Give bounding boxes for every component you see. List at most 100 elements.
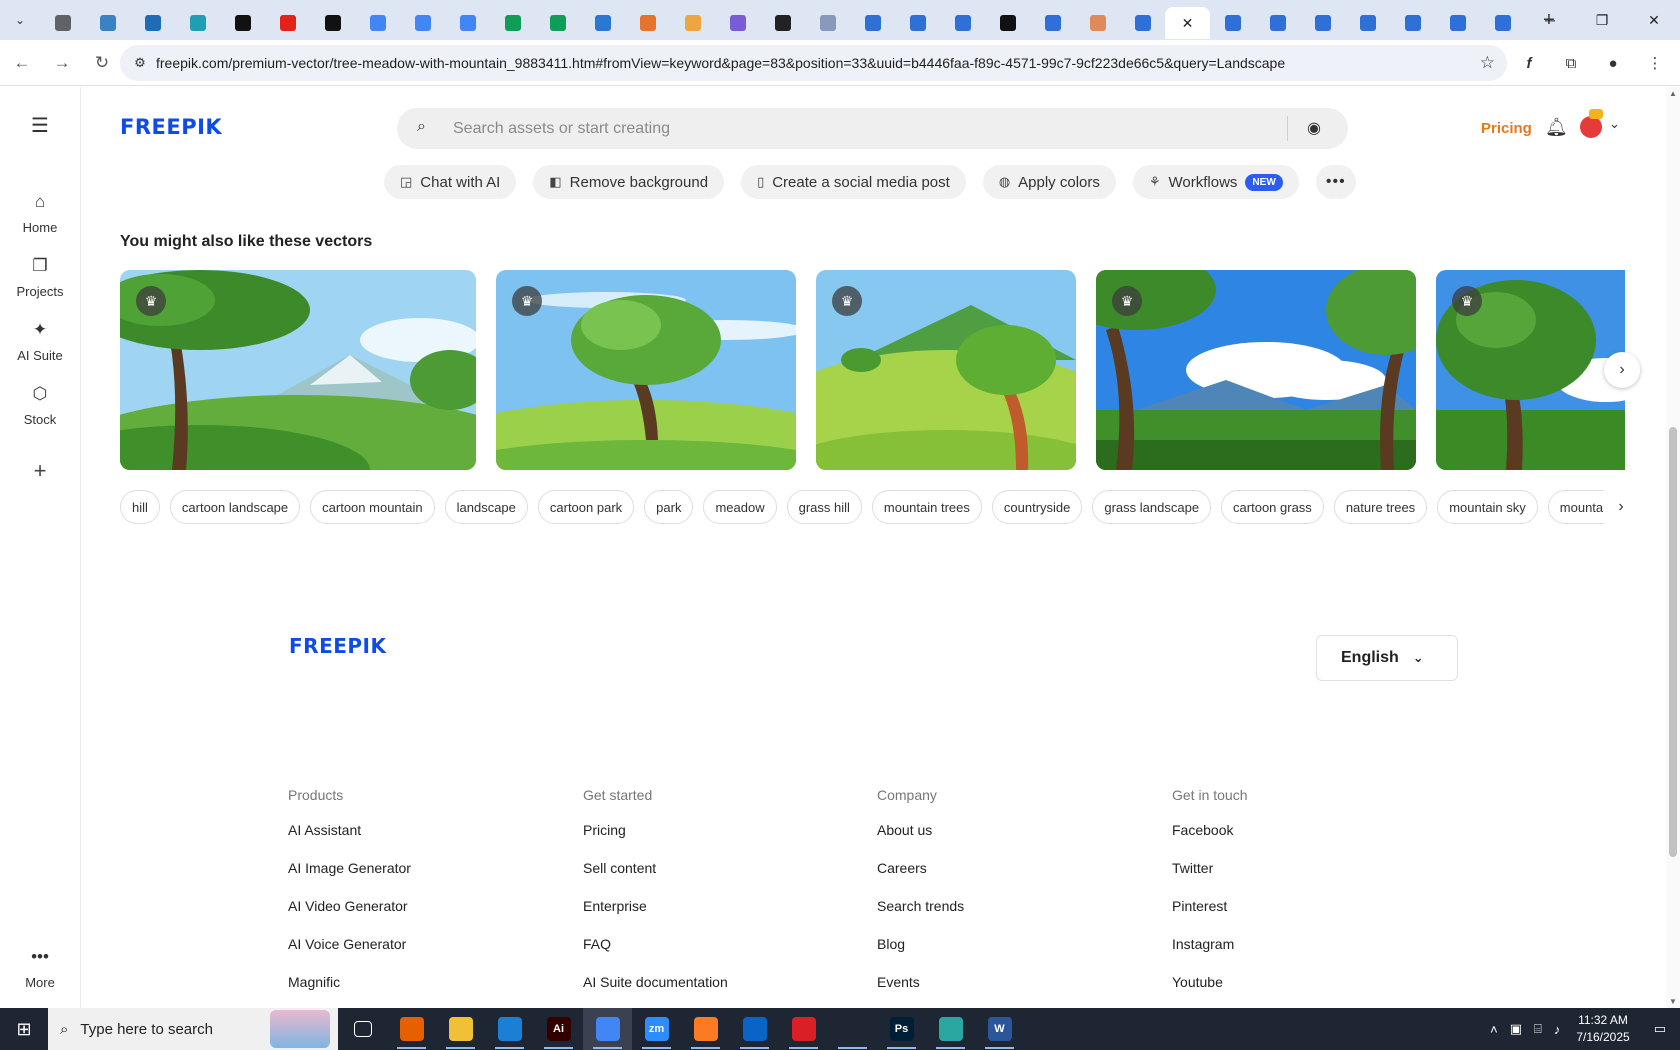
profile-avatar[interactable]: ●: [1596, 45, 1630, 81]
network-icon[interactable]: ⌸: [1528, 1021, 1548, 1037]
related-thumb[interactable]: ♛: [1096, 270, 1416, 470]
browser-tab[interactable]: [1480, 7, 1525, 39]
browser-tab[interactable]: [895, 7, 940, 39]
browser-tab[interactable]: [1210, 7, 1255, 39]
page-scrollbar[interactable]: ▲ ▼: [1666, 87, 1680, 1008]
browser-tab[interactable]: [490, 7, 535, 39]
taskbar-app-task-view[interactable]: [338, 1008, 387, 1050]
related-thumb[interactable]: ♛: [816, 270, 1076, 470]
footer-link[interactable]: Events: [877, 974, 964, 1008]
browser-tab[interactable]: [85, 7, 130, 39]
browser-tab[interactable]: [625, 7, 670, 39]
tag-chip[interactable]: park: [644, 490, 694, 524]
browser-tab[interactable]: [940, 7, 985, 39]
browser-tab[interactable]: [265, 7, 310, 39]
tag-chip[interactable]: nature trees: [1333, 490, 1428, 524]
browser-tab[interactable]: [40, 7, 85, 39]
browser-tab[interactable]: [220, 7, 265, 39]
tag-chip[interactable]: hill: [120, 490, 160, 524]
browser-tab[interactable]: [1300, 7, 1345, 39]
freepik-logo[interactable]: FREEPIK: [120, 115, 222, 139]
add-icon[interactable]: +: [24, 455, 56, 487]
user-avatar[interactable]: [1580, 109, 1603, 138]
taskbar-app-pen-tool[interactable]: [828, 1008, 877, 1050]
footer-link[interactable]: Magnific: [288, 974, 411, 1008]
close-window-button[interactable]: ✕: [1628, 0, 1680, 40]
tool-apply-colors[interactable]: ◍ Apply colors: [982, 165, 1116, 199]
extension-f-icon[interactable]: f: [1512, 45, 1546, 81]
tag-chip[interactable]: cartoon landscape: [169, 490, 301, 524]
footer-link[interactable]: Sell content: [583, 860, 728, 898]
footer-link[interactable]: AI Video Generator: [288, 898, 411, 936]
taskbar-clock[interactable]: 11:32 AM 7/16/2025: [1566, 1012, 1639, 1046]
browser-tab[interactable]: [1390, 7, 1435, 39]
tag-chip[interactable]: cartoon mountain: [310, 490, 435, 524]
tag-chip[interactable]: landscape: [444, 490, 528, 524]
site-settings-icon[interactable]: ⚙: [124, 55, 156, 71]
taskbar-app-xampp[interactable]: [681, 1008, 730, 1050]
chevron-down-icon[interactable]: ⌄: [1609, 116, 1620, 132]
bell-icon[interactable]: 🔔︎: [1545, 117, 1568, 138]
footer-link[interactable]: AI Image Generator: [288, 860, 411, 898]
tag-chip[interactable]: cartoon grass: [1221, 490, 1324, 524]
footer-logo[interactable]: FREEPIK: [289, 634, 386, 658]
tag-chip[interactable]: mountain sky: [1437, 490, 1538, 524]
browser-tab[interactable]: [715, 7, 760, 39]
restore-button[interactable]: ❐: [1576, 0, 1628, 40]
browser-tab[interactable]: [1075, 7, 1120, 39]
footer-link[interactable]: Pricing: [583, 822, 728, 860]
browser-tab[interactable]: [805, 7, 850, 39]
pricing-link[interactable]: Pricing: [1481, 120, 1532, 137]
taskbar-search[interactable]: ⌕ Type here to search: [48, 1008, 338, 1050]
footer-link[interactable]: Facebook: [1172, 822, 1248, 860]
tool-remove-background[interactable]: ◧ Remove background: [533, 165, 725, 199]
taskbar-app-vscode[interactable]: [485, 1008, 534, 1050]
taskbar-app-word[interactable]: W: [975, 1008, 1024, 1050]
back-button[interactable]: ←: [4, 45, 40, 81]
scroll-down-icon[interactable]: ▼: [1669, 997, 1677, 1006]
browser-tab[interactable]: [985, 7, 1030, 39]
sidebar-item-home[interactable]: ⌂ Home: [0, 192, 80, 235]
browser-tab[interactable]: [175, 7, 220, 39]
footer-link[interactable]: AI Suite documentation: [583, 974, 728, 1008]
footer-link[interactable]: Pinterest: [1172, 898, 1248, 936]
camera-icon[interactable]: ◉: [1307, 118, 1321, 138]
taskbar-app-firefox[interactable]: [387, 1008, 436, 1050]
related-thumb[interactable]: ♛: [1436, 270, 1625, 470]
forward-button[interactable]: →: [44, 45, 80, 81]
browser-tab[interactable]: [1120, 7, 1165, 39]
taskbar-app-creative-cloud[interactable]: [779, 1008, 828, 1050]
taskbar-app-illustrator[interactable]: Ai: [534, 1008, 583, 1050]
tab-search-button[interactable]: ⌄: [0, 0, 40, 40]
scrollbar-thumb[interactable]: [1669, 427, 1677, 857]
scroll-up-icon[interactable]: ▲: [1669, 89, 1677, 98]
footer-link[interactable]: Twitter: [1172, 860, 1248, 898]
browser-tab[interactable]: [310, 7, 355, 39]
browser-tab[interactable]: [1345, 7, 1390, 39]
footer-link[interactable]: FAQ: [583, 936, 728, 974]
browser-tab[interactable]: [580, 7, 625, 39]
tag-chip[interactable]: cartoon park: [537, 490, 635, 524]
browser-tab[interactable]: ✕: [1165, 7, 1210, 39]
windows-start-icon[interactable]: ⊞: [0, 1008, 48, 1050]
footer-link[interactable]: Youtube: [1172, 974, 1248, 1008]
carousel-next-button[interactable]: ›: [1604, 352, 1640, 388]
volume-icon[interactable]: ♪: [1548, 1022, 1567, 1037]
sidebar-item-more[interactable]: ••• More: [0, 947, 80, 990]
taskbar-app-photoshop[interactable]: Ps: [877, 1008, 926, 1050]
taskbar-app-app-diamond[interactable]: [926, 1008, 975, 1050]
search-input[interactable]: [453, 114, 1273, 143]
browser-tab[interactable]: [130, 7, 175, 39]
tray-app-icon[interactable]: ▣: [1504, 1021, 1528, 1037]
related-thumb[interactable]: ♛: [496, 270, 796, 470]
sidebar-item-stock[interactable]: ⬡ Stock: [0, 384, 80, 427]
browser-tab[interactable]: [355, 7, 400, 39]
tool-social-media-post[interactable]: ▯ Create a social media post: [741, 165, 966, 199]
close-icon[interactable]: ✕: [1182, 15, 1194, 32]
footer-link[interactable]: Enterprise: [583, 898, 728, 936]
browser-tab[interactable]: [760, 7, 805, 39]
footer-link[interactable]: Instagram: [1172, 936, 1248, 974]
sidebar-item-ai-suite[interactable]: ✦ AI Suite: [0, 320, 80, 363]
footer-link[interactable]: About us: [877, 822, 964, 860]
browser-tab[interactable]: [850, 7, 895, 39]
